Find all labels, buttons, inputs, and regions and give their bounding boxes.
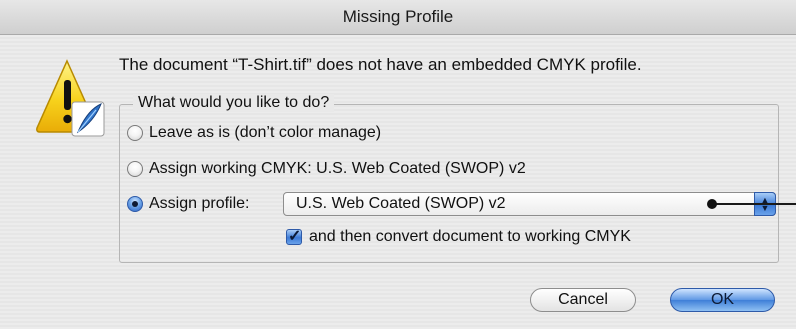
option-leave-as-is[interactable]: Leave as is (don’t color manage) — [127, 124, 381, 142]
ok-button[interactable]: OK — [670, 288, 775, 312]
dialog-message: The document “T-Shirt.tif” does not have… — [119, 55, 642, 74]
option-assign-profile-label: Assign profile: — [149, 195, 250, 212]
radio-leave-as-is[interactable] — [127, 125, 143, 141]
option-assign-working-cmyk-label: Assign working CMYK: U.S. Web Coated (SW… — [149, 160, 526, 177]
warning-triangle-icon — [36, 59, 105, 137]
callout-line — [712, 203, 796, 205]
convert-checkbox-row[interactable]: ✓ and then convert document to working C… — [286, 228, 631, 246]
dialog-window: Missing Profile The document “T-Shirt.ti… — [0, 0, 796, 329]
cancel-button[interactable]: Cancel — [530, 288, 636, 312]
option-leave-as-is-label: Leave as is (don’t color manage) — [149, 124, 382, 141]
option-assign-profile[interactable]: Assign profile: — [127, 195, 250, 213]
radio-assign-profile[interactable] — [127, 196, 143, 212]
window-title: Missing Profile — [0, 0, 796, 35]
convert-checkbox-label: and then convert document to working CMY… — [309, 228, 631, 245]
radio-assign-working-cmyk[interactable] — [127, 161, 143, 177]
group-title: What would you like to do? — [133, 94, 335, 112]
profile-popup[interactable]: U.S. Web Coated (SWOP) v2 ▲ ▼ — [283, 192, 776, 216]
convert-checkbox[interactable]: ✓ — [286, 228, 302, 245]
callout-dot — [707, 199, 717, 209]
profile-popup-value: U.S. Web Coated (SWOP) v2 — [296, 195, 506, 212]
feather-icon — [71, 101, 105, 137]
option-assign-working-cmyk[interactable]: Assign working CMYK: U.S. Web Coated (SW… — [127, 160, 526, 178]
